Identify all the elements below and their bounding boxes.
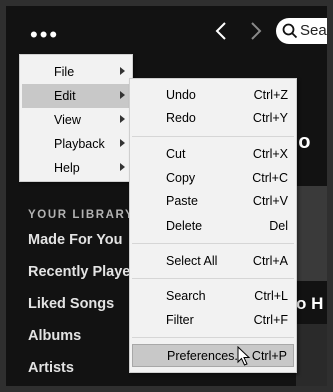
library-section-title: YOUR LIBRARY — [28, 209, 135, 221]
menu-item-label: Preferences... — [167, 349, 245, 363]
menu-item-label: Playback — [54, 137, 105, 151]
menu-item-redo[interactable]: Redo Ctrl+Y — [132, 107, 294, 130]
menu-item-filter[interactable]: Filter Ctrl+F — [132, 309, 294, 332]
menu-item-label: View — [54, 113, 81, 127]
menu-item-shortcut: Ctrl+F — [253, 313, 288, 327]
edit-submenu: Undo Ctrl+Z Redo Ctrl+Y Cut Ctrl+X Copy … — [129, 78, 297, 373]
submenu-arrow-icon — [120, 67, 125, 75]
menu-item-undo[interactable]: Undo Ctrl+Z — [132, 84, 294, 107]
menu-separator — [132, 243, 294, 244]
menu-item-edit[interactable]: Edit — [22, 84, 130, 108]
search-icon — [282, 23, 298, 39]
search-input[interactable]: Sear — [276, 18, 327, 44]
menu-item-shortcut: Ctrl+Y — [252, 111, 288, 125]
submenu-arrow-icon — [120, 163, 125, 171]
search-text: Sear — [300, 22, 327, 39]
menu-item-select-all[interactable]: Select All Ctrl+A — [132, 250, 294, 273]
menu-item-cut[interactable]: Cut Ctrl+X — [132, 143, 294, 166]
main-menu: File Edit View Playback Help — [19, 54, 133, 182]
back-arrow-icon[interactable] — [212, 20, 232, 42]
menu-item-shortcut: Ctrl+L — [254, 289, 288, 303]
menu-separator — [132, 136, 294, 137]
menu-item-shortcut: Ctrl+P — [251, 349, 287, 363]
menu-item-label: Redo — [166, 111, 196, 125]
menu-item-view[interactable]: View — [22, 108, 130, 132]
menu-item-shortcut: Ctrl+C — [252, 171, 288, 185]
album-art-fragment — [296, 324, 327, 386]
menu-item-help[interactable]: Help — [22, 156, 130, 180]
menu-item-playback[interactable]: Playback — [22, 132, 130, 156]
menu-item-copy[interactable]: Copy Ctrl+C — [132, 167, 294, 190]
menu-item-search[interactable]: Search Ctrl+L — [132, 285, 294, 308]
menu-item-label: File — [54, 65, 75, 79]
menu-item-shortcut: Ctrl+X — [252, 147, 288, 161]
menu-item-label: Cut — [166, 147, 186, 161]
library-item-made-for-you[interactable]: Made For You — [28, 232, 123, 248]
menu-item-label: Paste — [166, 194, 198, 208]
library-item-recently-played[interactable]: Recently Played — [28, 264, 139, 280]
menu-item-label: Delete — [166, 219, 203, 233]
menu-item-preferences[interactable]: Preferences... Ctrl+P — [132, 344, 294, 367]
menu-item-label: Edit — [54, 89, 76, 103]
menu-item-label: Search — [166, 289, 206, 303]
menu-item-shortcut: Ctrl+A — [252, 254, 288, 268]
album-art-fragment — [296, 186, 327, 281]
menu-separator — [132, 278, 294, 279]
menu-item-shortcut: Del — [269, 219, 288, 233]
submenu-arrow-icon — [120, 91, 125, 99]
mouse-pointer-icon — [237, 346, 251, 366]
menu-item-label: Select All — [166, 254, 218, 268]
app-menu-button[interactable]: ••• — [30, 24, 59, 46]
menu-item-label: Copy — [166, 171, 196, 185]
forward-arrow-icon[interactable] — [246, 20, 266, 42]
library-item-liked-songs[interactable]: Liked Songs — [28, 296, 114, 312]
menu-item-paste[interactable]: Paste Ctrl+V — [132, 190, 294, 213]
submenu-arrow-icon — [120, 115, 125, 123]
menu-item-shortcut: Ctrl+Z — [253, 88, 288, 102]
menu-separator — [132, 337, 294, 338]
menu-item-file[interactable]: File — [22, 60, 130, 84]
menu-item-delete[interactable]: Delete Del — [132, 215, 294, 238]
library-item-artists[interactable]: Artists — [28, 360, 74, 376]
menu-item-shortcut: Ctrl+V — [252, 194, 288, 208]
background-title-fragment: o H — [296, 294, 324, 313]
submenu-arrow-icon — [120, 139, 125, 147]
library-item-albums[interactable]: Albums — [28, 328, 81, 344]
menu-item-label: Undo — [166, 88, 196, 102]
menu-item-label: Help — [54, 161, 80, 175]
menu-item-label: Filter — [166, 313, 194, 327]
